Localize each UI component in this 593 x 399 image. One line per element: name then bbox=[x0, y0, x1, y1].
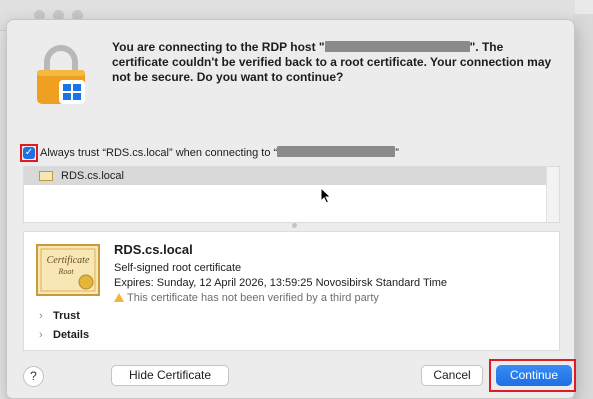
list-item-label: RDS.cs.local bbox=[61, 170, 124, 182]
trust-disclosure[interactable]: › Trust bbox=[39, 309, 80, 323]
details-disclosure-label: Details bbox=[53, 329, 90, 341]
hide-certificate-button[interactable]: Hide Certificate bbox=[111, 365, 229, 386]
warning-message: You are connecting to the RDP host " ". T… bbox=[112, 40, 562, 85]
redacted-trust-hostname bbox=[277, 146, 396, 157]
certificate-details-pane: Certificate Root RDS.cs.local Self-signe… bbox=[23, 231, 560, 351]
trust-label-end: ” bbox=[395, 147, 399, 159]
certificate-image-title: Certificate bbox=[47, 255, 90, 266]
always-trust-checkbox[interactable]: ✓ bbox=[23, 147, 35, 159]
cancel-button[interactable]: Cancel bbox=[421, 365, 483, 386]
trust-disclosure-label: Trust bbox=[53, 310, 80, 322]
certificate-warning-dialog: You are connecting to the RDP host " ". T… bbox=[6, 19, 576, 399]
lock-windows-icon bbox=[37, 45, 85, 104]
certificate-chain-list: RDS.cs.local bbox=[23, 166, 560, 223]
certificate-warning: This certificate has not been verified b… bbox=[114, 291, 379, 305]
certificate-type: Self-signed root certificate bbox=[114, 262, 242, 274]
certificate-expiry: Expires: Sunday, 12 April 2026, 13:59:25… bbox=[114, 277, 448, 289]
list-scrollbar[interactable] bbox=[546, 167, 559, 222]
certificate-name: RDS.cs.local bbox=[114, 242, 193, 257]
message-text-start: You are connecting to the RDP host " bbox=[112, 40, 325, 54]
chevron-right-icon: › bbox=[39, 310, 43, 322]
warning-icon bbox=[114, 293, 124, 302]
help-button[interactable]: ? bbox=[23, 366, 44, 387]
chevron-right-icon: › bbox=[39, 329, 43, 341]
mouse-pointer-icon bbox=[320, 187, 332, 204]
certificate-image-subtitle: Root bbox=[57, 267, 74, 276]
list-item[interactable]: RDS.cs.local bbox=[24, 167, 559, 185]
background-window bbox=[573, 14, 593, 399]
certificate-icon: Certificate Root bbox=[36, 244, 100, 296]
split-view-handle[interactable] bbox=[292, 223, 297, 228]
certificate-icon bbox=[39, 171, 53, 181]
details-disclosure[interactable]: › Details bbox=[39, 328, 89, 342]
continue-button[interactable]: Continue bbox=[496, 365, 572, 386]
always-trust-label[interactable]: Always trust “RDS.cs.local” when connect… bbox=[40, 144, 399, 162]
trust-label-start: Always trust “RDS.cs.local” when connect… bbox=[40, 147, 278, 159]
redacted-hostname bbox=[324, 41, 470, 52]
certificate-warning-text: This certificate has not been verified b… bbox=[127, 292, 379, 304]
